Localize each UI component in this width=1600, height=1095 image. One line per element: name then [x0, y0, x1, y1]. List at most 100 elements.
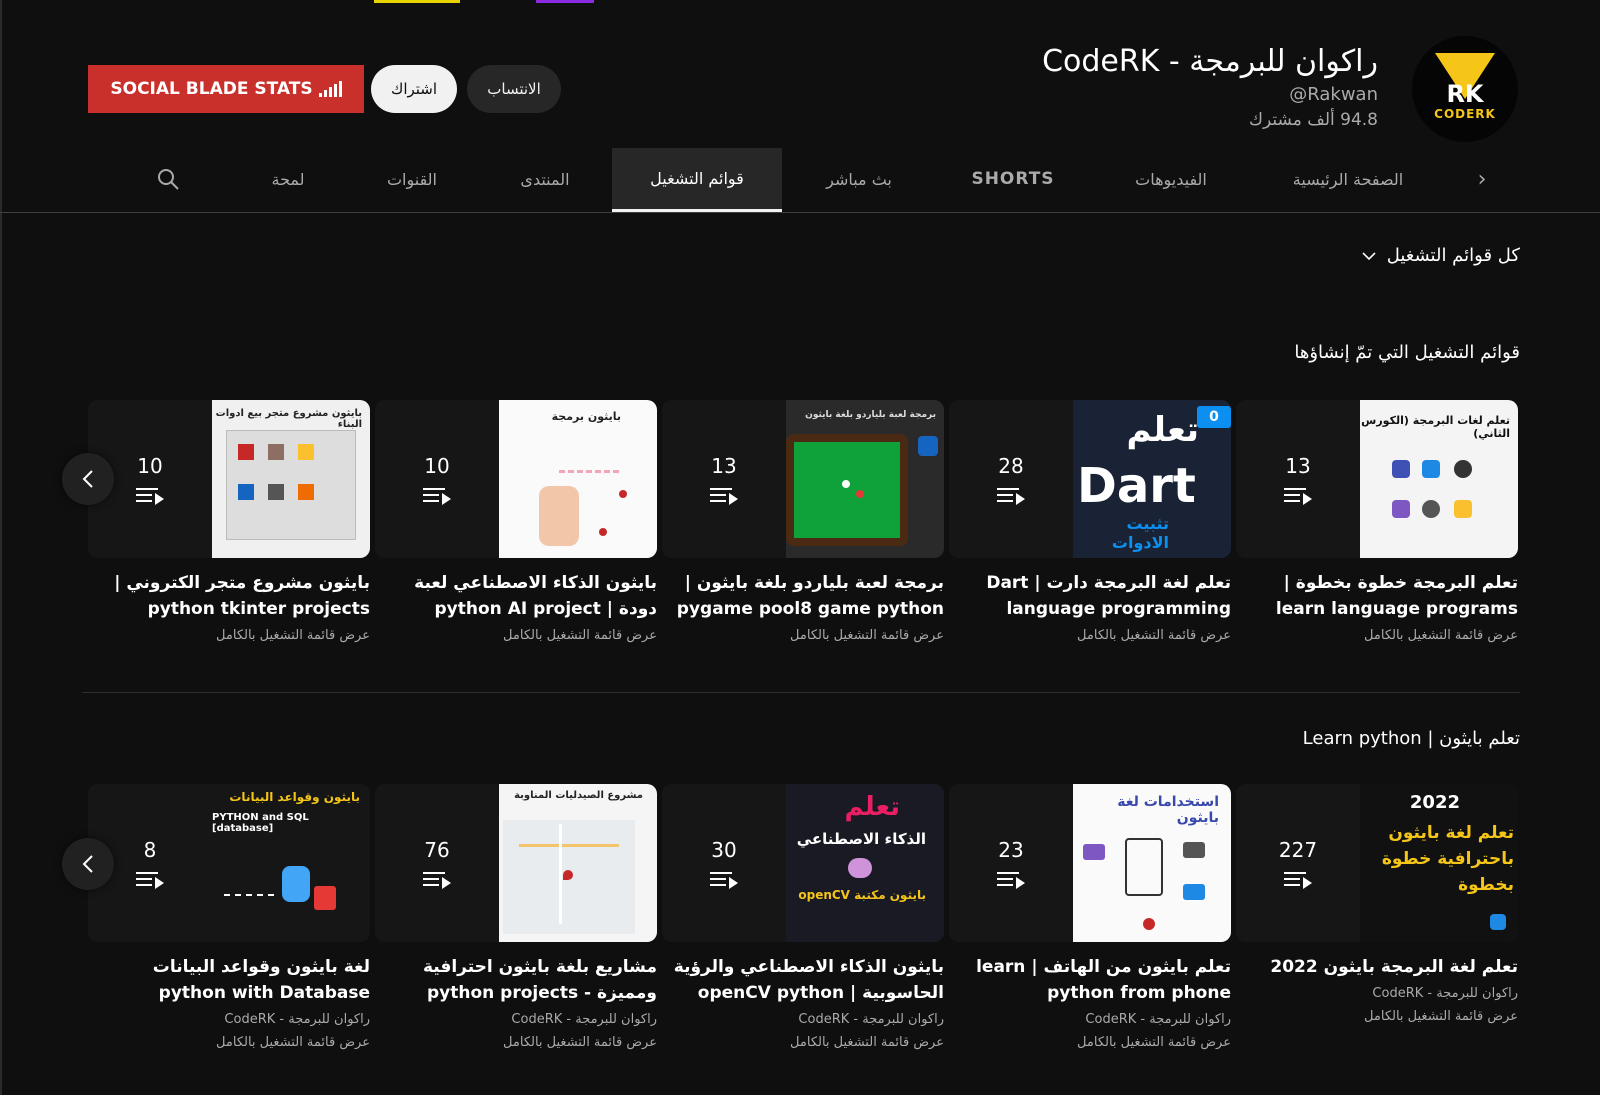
playlist-icon: [997, 870, 1025, 889]
video-count: 30: [711, 838, 737, 862]
join-button[interactable]: الانتساب: [467, 65, 561, 113]
view-full-playlist-link[interactable]: عرض قائمة التشغيل بالكامل: [1236, 1009, 1518, 1024]
playlist-card[interactable]: تعلم لغات البرمجة (الكورس الثاني) 13 تعل…: [1236, 400, 1518, 643]
art-big-text: الذكاء الاصطناعي: [796, 830, 926, 848]
thumbnail-art: بايثون برمجة: [499, 400, 657, 558]
playlist-count-overlay: 28: [949, 400, 1073, 558]
playlist-thumbnail[interactable]: تعلم الذكاء الاصطناعي بايثون مكتبة openC…: [662, 784, 944, 942]
chevron-left-icon: [82, 470, 93, 488]
chevron-left-icon: [82, 855, 93, 873]
playlist-title[interactable]: مشاريع بلغة بايثون احترافية ومميزة - pyt…: [375, 954, 657, 1006]
playlist-thumbnail[interactable]: مشروع الصيدليات المناوبة 76: [375, 784, 657, 942]
playlist-author[interactable]: راكوان للبرمجة - CodeRK: [662, 1012, 944, 1027]
view-full-playlist-link[interactable]: عرض قائمة التشغيل بالكامل: [662, 628, 944, 643]
playlist-card[interactable]: 2022 تعلم لغة بايثون باحترافية خطوة بخطو…: [1236, 784, 1518, 1024]
playlist-title[interactable]: تعلم بايثون من الهاتف | learn python fro…: [949, 954, 1231, 1006]
carousel-prev-button[interactable]: [62, 453, 114, 505]
playlist-thumbnail[interactable]: استخدامات لغة بايثون 23: [949, 784, 1231, 942]
chevron-down-icon: [1362, 251, 1376, 260]
playlist-card[interactable]: برمجة لعبة بلياردو بلغة بايثون 13 برمجة …: [662, 400, 944, 643]
playlist-thumbnail[interactable]: بايثون وقواعد البيانات PYTHON and SQL [d…: [88, 784, 370, 942]
art-heading: بايثون برمجة: [551, 410, 621, 423]
tab-home[interactable]: الصفحة الرئيسية: [1270, 148, 1426, 210]
playlist-icon: [423, 486, 451, 505]
playlist-title[interactable]: بايثون الذكاء الاصطناعي لعبة دودة | pyth…: [375, 570, 657, 622]
subscribe-button[interactable]: اشتراك: [371, 65, 457, 113]
playlist-card[interactable]: بايثون مشروع متجر بيع ادوات البناء 10 با…: [88, 400, 370, 643]
video-count: 76: [424, 838, 450, 862]
section-title-learn-python[interactable]: تعلم بايثون | Learn python: [1303, 728, 1520, 749]
chevron-right-icon[interactable]: ›: [1462, 148, 1502, 210]
art-heading: برمجة لعبة بلياردو بلغة بايثون: [805, 410, 936, 420]
channel-title: راكوان للبرمجة - CodeRK: [1042, 44, 1378, 79]
socialblade-label: SOCIAL BLADE STATS: [110, 79, 313, 99]
playlist-thumbnail[interactable]: 2022 تعلم لغة بايثون باحترافية خطوة بخطو…: [1236, 784, 1518, 942]
art-badge: 0: [1197, 406, 1231, 428]
art-heading: استخدامات لغة بايثون: [1117, 794, 1219, 826]
playlist-author[interactable]: راكوان للبرمجة - CodeRK: [375, 1012, 657, 1027]
carousel-prev-button[interactable]: [62, 838, 114, 890]
tab-about[interactable]: لمحة: [238, 148, 338, 210]
tab-videos[interactable]: الفيديوهات: [1106, 148, 1236, 210]
thumbnail-art: برمجة لعبة بلياردو بلغة بايثون: [786, 400, 944, 558]
playlist-card[interactable]: تعلم الذكاء الاصطناعي بايثون مكتبة openC…: [662, 784, 944, 1050]
view-full-playlist-link[interactable]: عرض قائمة التشغيل بالكامل: [662, 1035, 944, 1050]
playlist-card[interactable]: بايثون برمجة 10 بايثون الذكاء الاصطناعي …: [375, 400, 657, 643]
playlist-title[interactable]: تعلم لغة البرمجة بايثون 2022 خطوة ب خطوة: [1236, 954, 1518, 980]
art-subtitle: تثبيت الادوات: [1111, 514, 1169, 552]
playlist-title[interactable]: تعلم لغة البرمجة دارت | Dart language pr…: [949, 570, 1231, 622]
view-full-playlist-link[interactable]: عرض قائمة التشغيل بالكامل: [949, 628, 1231, 643]
playlist-title[interactable]: بايثون الذكاء الاصطناعي والرؤية الحاسوبي…: [662, 954, 944, 1006]
view-full-playlist-link[interactable]: عرض قائمة التشغيل بالكامل: [375, 628, 657, 643]
playlist-card[interactable]: استخدامات لغة بايثون 23 تعلم بايثون من ا…: [949, 784, 1231, 1050]
playlist-author[interactable]: راكوان للبرمجة - CodeRK: [1236, 986, 1518, 1001]
thumbnail-art: بايثون مشروع متجر بيع ادوات البناء: [212, 400, 370, 558]
thumbnail-art: تعلم الذكاء الاصطناعي بايثون مكتبة openC…: [786, 784, 944, 942]
playlist-count-overlay: 23: [949, 784, 1073, 942]
playlist-thumbnail[interactable]: بايثون برمجة 10: [375, 400, 657, 558]
playlist-icon: [136, 870, 164, 889]
playlist-count-overlay: 227: [1236, 784, 1360, 942]
playlist-count-overlay: 10: [375, 400, 499, 558]
view-full-playlist-link[interactable]: عرض قائمة التشغيل بالكامل: [949, 1035, 1231, 1050]
playlist-filter-dropdown[interactable]: كل قوائم التشغيل: [1361, 245, 1520, 266]
playlist-title[interactable]: بايثون مشروع متجر الكتروني | python tkin…: [88, 570, 370, 622]
view-full-playlist-link[interactable]: عرض قائمة التشغيل بالكامل: [375, 1035, 657, 1050]
search-icon[interactable]: [148, 148, 188, 210]
tab-live[interactable]: بث مباشر: [800, 148, 918, 210]
thumbnail-art: تعلم لغات البرمجة (الكورس الثاني): [1360, 400, 1518, 558]
socialblade-button[interactable]: SOCIAL BLADE STATS: [88, 65, 364, 113]
playlist-title[interactable]: لغة بايثون وقواعد البيانات python with D…: [88, 954, 370, 1006]
playlist-card[interactable]: 0 تعلم Dart تثبيت الادوات 28 تعلم لغة ال…: [949, 400, 1231, 643]
view-full-playlist-link[interactable]: عرض قائمة التشغيل بالكامل: [88, 1035, 370, 1050]
channel-avatar[interactable]: RK CODERK: [1412, 36, 1518, 142]
playlist-icon: [710, 870, 738, 889]
playlist-thumbnail[interactable]: 0 تعلم Dart تثبيت الادوات 28: [949, 400, 1231, 558]
tab-channels[interactable]: القنوات: [350, 148, 474, 210]
channel-tabs: › الصفحة الرئيسية الفيديوهات SHORTS بث م…: [0, 148, 1600, 213]
playlist-card[interactable]: مشروع الصيدليات المناوبة 76 مشاريع بلغة …: [375, 784, 657, 1050]
tab-shorts[interactable]: SHORTS: [954, 148, 1072, 210]
top-accent-purple: [536, 0, 594, 3]
playlist-author[interactable]: راكوان للبرمجة - CodeRK: [88, 1012, 370, 1027]
video-count: 23: [998, 838, 1024, 862]
logo-mark: RK: [1446, 80, 1484, 108]
playlist-title[interactable]: برمجة لعبة بلياردو بلغة بايثون | pygame …: [662, 570, 944, 622]
tab-community[interactable]: المنتدى: [478, 148, 612, 210]
playlist-icon: [1284, 870, 1312, 889]
tab-playlists[interactable]: قوائم التشغيل: [612, 148, 782, 212]
channel-handle: @Rakwan: [1289, 84, 1378, 105]
playlist-thumbnail[interactable]: تعلم لغات البرمجة (الكورس الثاني) 13: [1236, 400, 1518, 558]
playlist-icon: [997, 486, 1025, 505]
playlist-thumbnail[interactable]: بايثون مشروع متجر بيع ادوات البناء 10: [88, 400, 370, 558]
video-count: 13: [1285, 454, 1311, 478]
playlist-author[interactable]: راكوان للبرمجة - CodeRK: [949, 1012, 1231, 1027]
playlist-title[interactable]: تعلم البرمجة خطوة بخطوة | learn language…: [1236, 570, 1518, 622]
subscriber-count: 94.8 ألف مشترك: [1249, 110, 1378, 130]
view-full-playlist-link[interactable]: عرض قائمة التشغيل بالكامل: [1236, 628, 1518, 643]
art-heading: مشروع الصيدليات المناوبة: [514, 790, 643, 801]
playlist-thumbnail[interactable]: برمجة لعبة بلياردو بلغة بايثون 13: [662, 400, 944, 558]
view-full-playlist-link[interactable]: عرض قائمة التشغيل بالكامل: [88, 628, 370, 643]
playlist-card[interactable]: بايثون وقواعد البيانات PYTHON and SQL [d…: [88, 784, 370, 1050]
logo-brand: CODERK: [1434, 107, 1496, 121]
